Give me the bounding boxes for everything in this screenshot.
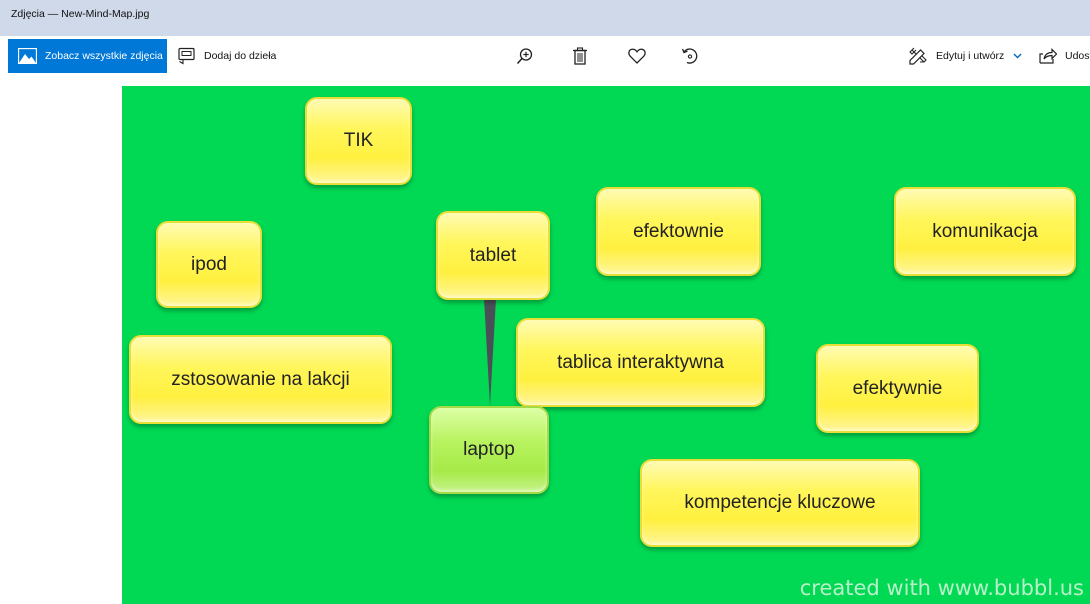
add-to-creation-icon [178,47,195,65]
add-to-creation-button[interactable]: Dodaj do dzieła [178,39,276,73]
edit-create-icon [909,47,927,65]
title-bar: Zdjęcia — New-Mind-Map.jpg [0,0,1090,36]
mind-map-image: TIK ipod tablet efektownie komunikacja z… [122,86,1090,604]
edit-and-create-button[interactable]: Edytuj i utwórz [908,39,1022,73]
bubbl-watermark: created with www.bubbl.us [799,576,1084,600]
node-zastosowanie-na-lekcji[interactable]: zstosowanie na lakcji [129,335,392,424]
node-efektywnie[interactable]: efektywnie [816,344,979,433]
chevron-down-icon [1013,53,1022,59]
node-tablica-interaktywna[interactable]: tablica interaktywna [516,318,765,407]
node-ipod[interactable]: ipod [156,221,262,308]
node-efektownie[interactable]: efektownie [596,187,761,276]
add-to-creation-label: Dodaj do dzieła [204,50,277,62]
trash-icon[interactable] [568,44,592,68]
share-label: Udost [1065,50,1090,62]
photos-app-window: Zdjęcia — New-Mind-Map.jpg Zobacz wszyst… [0,0,1090,604]
zoom-in-icon[interactable] [513,44,537,68]
share-icon [1039,48,1057,64]
rotate-icon[interactable] [678,44,702,68]
node-tik[interactable]: TIK [305,97,412,185]
node-komunikacja[interactable]: komunikacja [894,187,1076,276]
edit-and-create-label: Edytuj i utwórz [936,50,1005,62]
share-button[interactable]: Udost [1039,39,1090,73]
see-all-photos-label: Zobacz wszystkie zdjęcia [45,50,163,62]
node-kompetencje-kluczowe[interactable]: kompetencje kluczowe [640,459,920,547]
window-title: Zdjęcia — New-Mind-Map.jpg [11,8,150,20]
see-all-photos-button[interactable]: Zobacz wszystkie zdjęcia [8,39,167,73]
toolbar: Zobacz wszystkie zdjęcia Dodaj do dzieła [0,36,1090,76]
photo-gallery-icon [18,48,37,64]
heart-icon[interactable] [625,44,649,68]
node-laptop-center[interactable]: laptop [429,406,549,494]
node-tablet[interactable]: tablet [436,211,550,300]
